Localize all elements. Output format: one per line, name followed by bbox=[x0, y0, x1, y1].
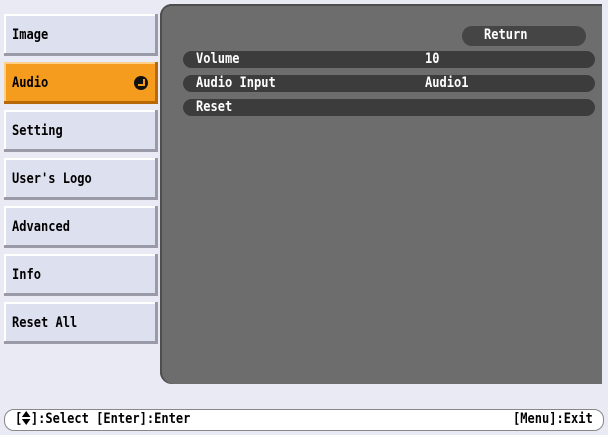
sidebar-item-reset-all[interactable]: Reset All bbox=[4, 302, 158, 344]
footer-select-label: ]:Select [Enter]:Enter bbox=[30, 411, 191, 427]
sidebar-item-advanced[interactable]: Advanced bbox=[4, 206, 158, 248]
footer-select-hint: []:Select [Enter]:Enter bbox=[15, 411, 191, 427]
return-label: Return bbox=[484, 27, 528, 43]
sidebar-item-label: Advanced bbox=[12, 219, 70, 235]
sidebar-item-label: User's Logo bbox=[12, 171, 92, 187]
audio-input-label: Audio Input bbox=[196, 75, 276, 91]
sidebar-item-label: Reset All bbox=[12, 315, 78, 331]
sidebar-item-label: Image bbox=[12, 27, 49, 43]
up-down-arrow-icon bbox=[22, 411, 31, 425]
sidebar-item-audio[interactable]: Audio bbox=[4, 62, 158, 104]
sidebar-item-label: Info bbox=[12, 267, 41, 283]
menu-row-volume[interactable] bbox=[183, 51, 595, 68]
enter-icon bbox=[134, 76, 148, 90]
sidebar-item-users-logo[interactable]: User's Logo bbox=[4, 158, 158, 200]
sidebar-item-image[interactable]: Image bbox=[4, 14, 158, 56]
sidebar-item-info[interactable]: Info bbox=[4, 254, 158, 296]
footer-exit-hint: [Menu]:Exit bbox=[513, 411, 593, 427]
sidebar-item-setting[interactable]: Setting bbox=[4, 110, 158, 152]
audio-input-value: Audio1 bbox=[425, 75, 469, 91]
sidebar-item-label: Audio bbox=[12, 75, 49, 91]
sidebar-item-label: Setting bbox=[12, 123, 63, 139]
volume-label: Volume bbox=[196, 51, 240, 67]
menu-row-reset[interactable] bbox=[183, 99, 595, 116]
status-bar: []:Select [Enter]:Enter [Menu]:Exit bbox=[4, 409, 604, 431]
return-button[interactable]: Return bbox=[462, 26, 586, 46]
volume-value: 10 bbox=[425, 51, 440, 67]
reset-label: Reset bbox=[196, 99, 233, 115]
